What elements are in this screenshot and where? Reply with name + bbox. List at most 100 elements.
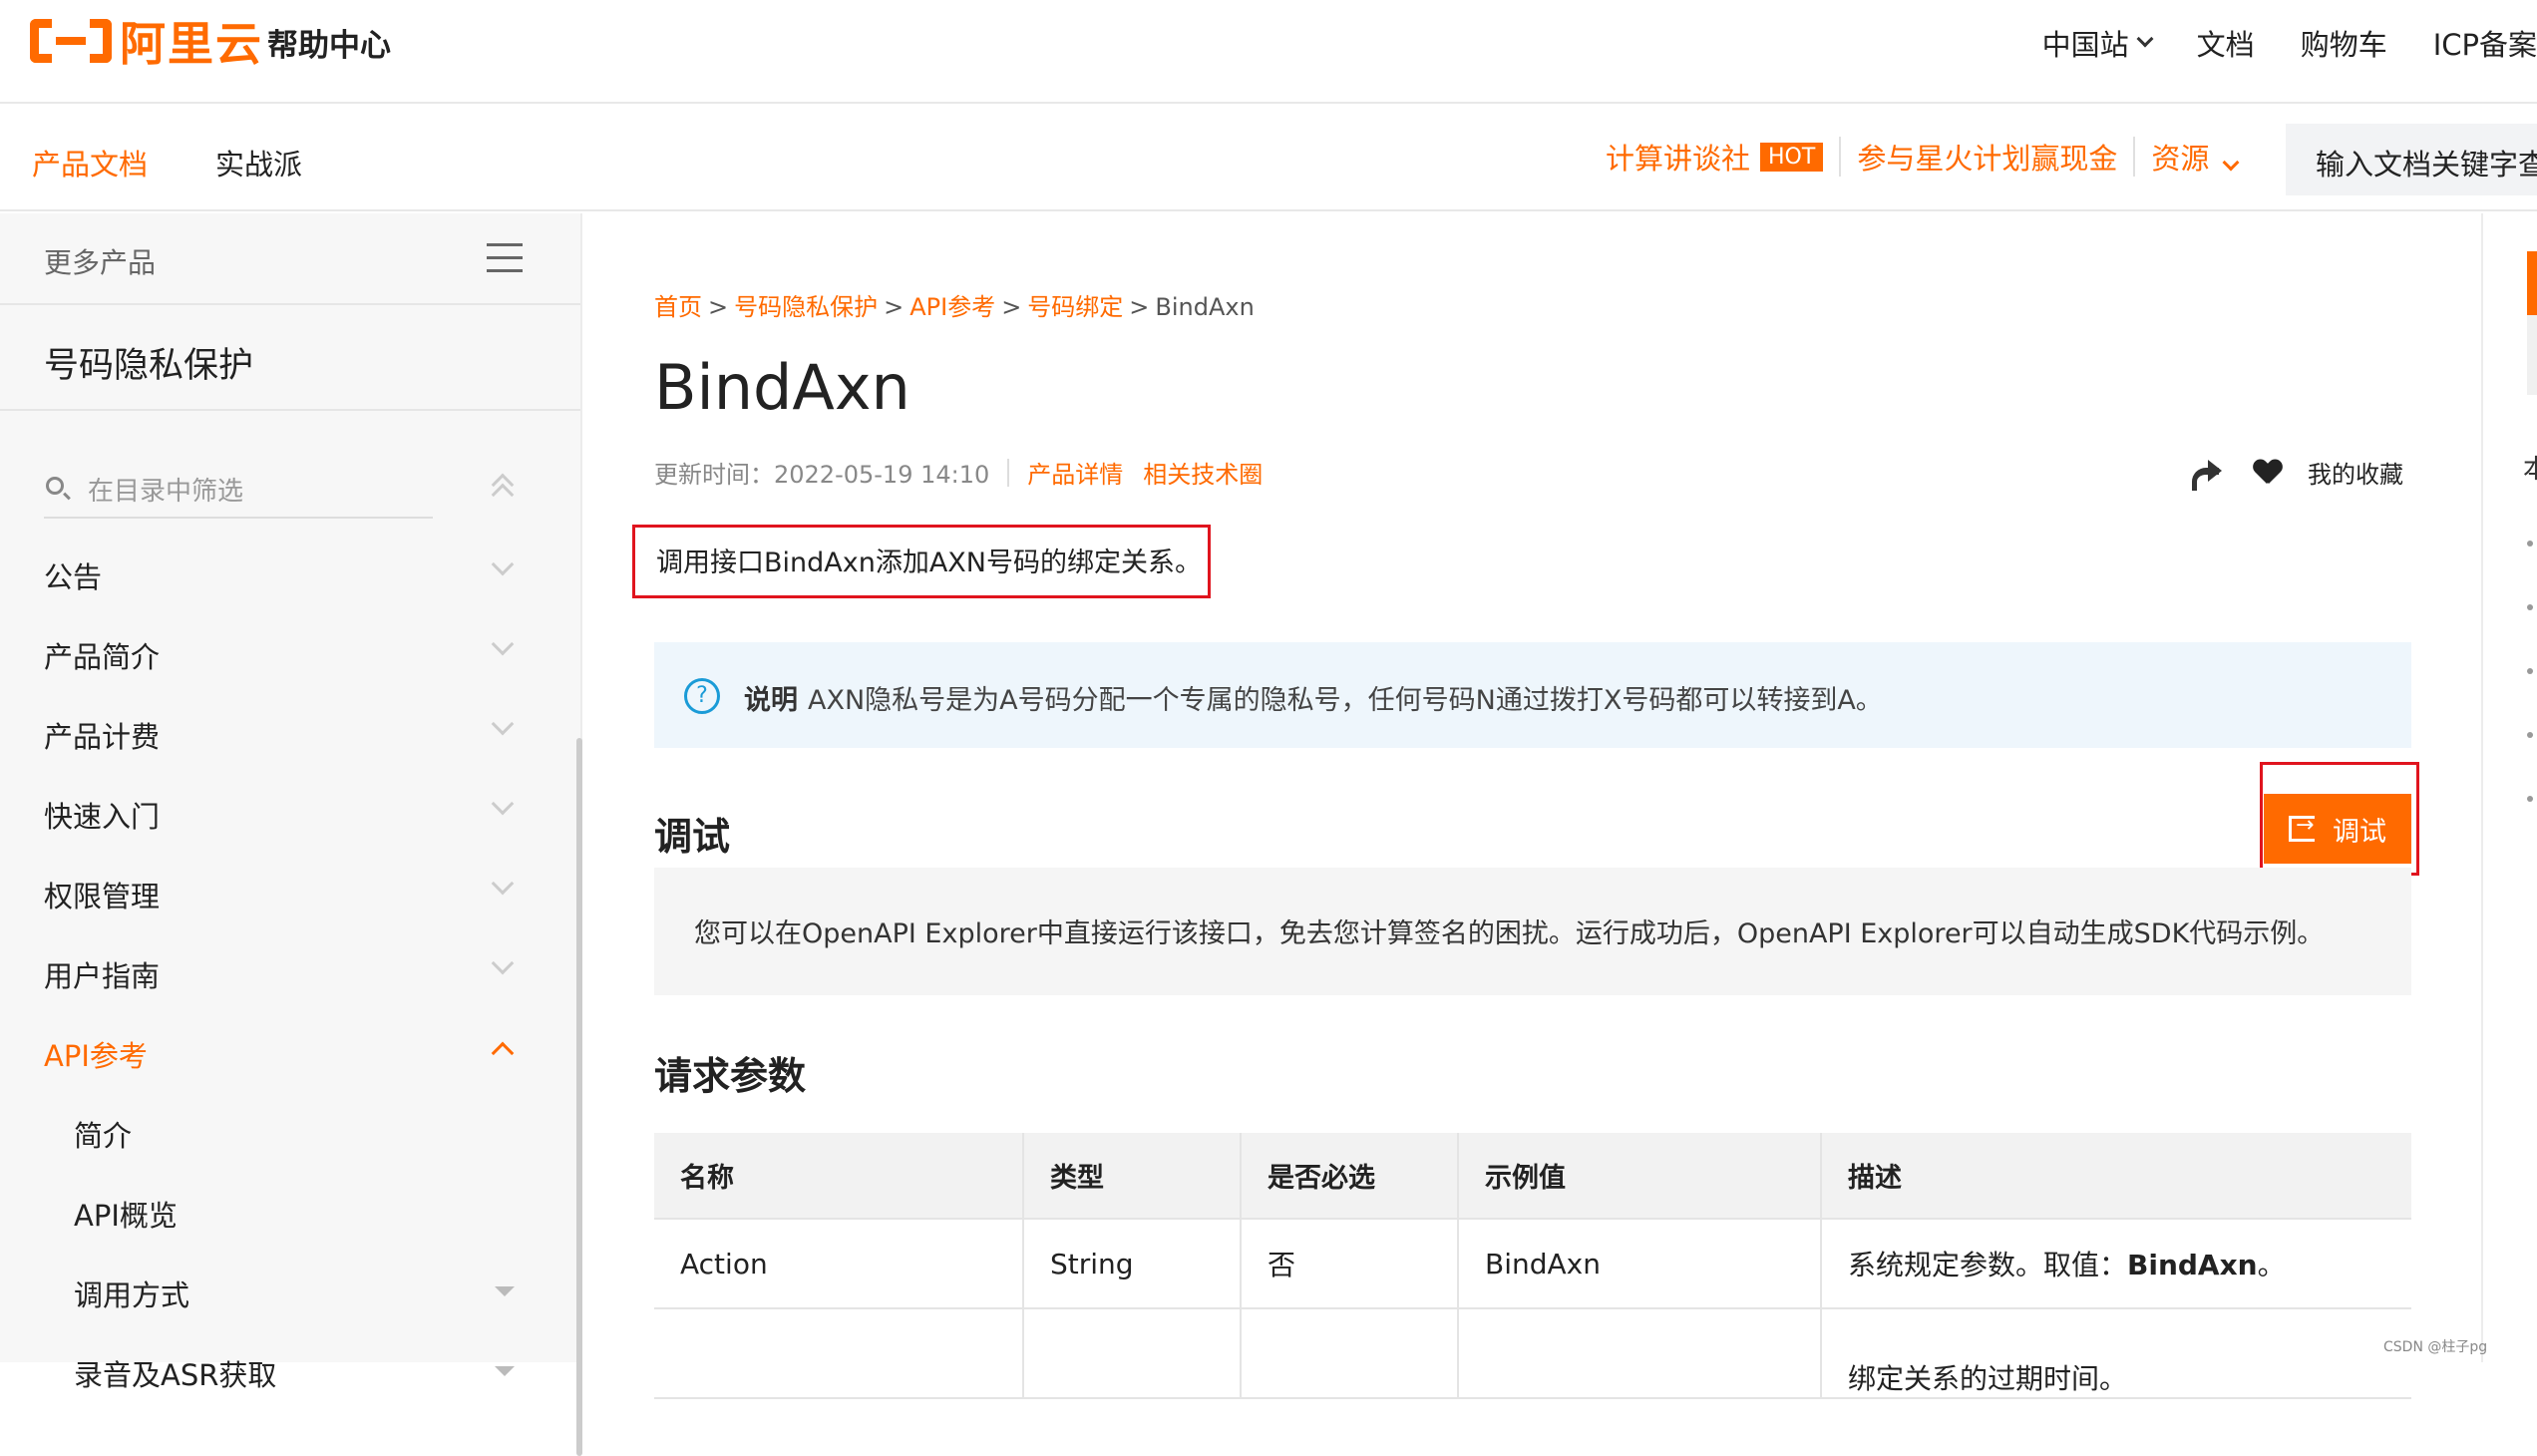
param-description: 绑定关系的过期时间。 <box>1821 1308 2411 1399</box>
toc-dot[interactable] <box>2527 541 2533 546</box>
param-required: 否 <box>1241 1219 1459 1309</box>
sidebar-item-call-method[interactable]: 调用方式 <box>0 1251 582 1330</box>
table-header-row: 名称 类型 是否必选 示例值 描述 <box>654 1133 2411 1220</box>
sidebar-item-label: API参考 <box>44 1039 148 1073</box>
desc-text: 系统规定参数。取值： <box>1848 1249 2128 1281</box>
resources-menu[interactable]: 资源 <box>2151 136 2240 178</box>
hot-badge: HOT <box>1760 142 1824 172</box>
chevron-down-icon <box>2222 154 2240 172</box>
region-selector[interactable]: 中国站 <box>2042 22 2154 64</box>
divider <box>1839 137 1842 177</box>
sidebar-item-label: API概览 <box>74 1199 178 1233</box>
sidebar-item-label: 快速入门 <box>44 800 161 834</box>
toc-dot[interactable] <box>2527 604 2533 610</box>
sidebar-item-api-intro[interactable]: 简介 <box>0 1091 582 1171</box>
sidebar-item-label: 调用方式 <box>74 1278 190 1312</box>
sidebar-item-api-reference[interactable]: API参考 <box>0 1011 582 1091</box>
table-row: Action String 否 BindAxn 系统规定参数。取值：BindAx… <box>654 1219 2411 1309</box>
column-header: 名称 <box>654 1133 1024 1220</box>
sidebar-item-intro[interactable]: 产品简介 <box>0 612 582 692</box>
sidebar-item-api-overview[interactable]: API概览 <box>0 1171 582 1251</box>
promo-spark-plan[interactable]: 参与星火计划赢现金 <box>1857 136 2117 178</box>
docs-link[interactable]: 文档 <box>2197 22 2255 64</box>
my-favorites-link[interactable]: 我的收藏 <box>2308 455 2403 490</box>
top-links: 中国站 文档 购物车 ICP备案 <box>1996 22 2537 64</box>
param-type <box>1023 1308 1242 1399</box>
param-name <box>654 1308 1024 1399</box>
aliyun-logo-icon <box>30 16 112 66</box>
menu-icon[interactable] <box>487 243 523 282</box>
help-center-title[interactable]: 帮助中心 <box>267 20 391 65</box>
sidebar-item-quickstart[interactable]: 快速入门 <box>0 772 582 852</box>
debug-heading: 调试 <box>654 815 731 859</box>
watermark: CSDN @柱子pg <box>2383 1339 2488 1355</box>
sidebar-item-label: 录音及ASR获取 <box>74 1358 277 1392</box>
debug-button-label: 调试 <box>2333 816 2386 848</box>
breadcrumb-home[interactable]: 首页 <box>654 293 702 321</box>
column-header: 示例值 <box>1458 1133 1822 1220</box>
breadcrumb-number-binding[interactable]: 号码绑定 <box>1027 293 1123 321</box>
toc-dot[interactable] <box>2527 796 2533 802</box>
question-icon: ? <box>684 678 720 714</box>
sidebar-item-permissions[interactable]: 权限管理 <box>0 852 582 931</box>
product-title: 号码隐私保护 <box>0 305 580 411</box>
debug-description-text: 您可以在OpenAPI Explorer中直接运行该接口，免去您计算签名的困扰。… <box>694 918 2325 949</box>
heart-icon[interactable] <box>2254 460 2282 486</box>
toc-dot[interactable] <box>2527 668 2533 674</box>
tab-practice[interactable]: 实战派 <box>215 142 302 183</box>
params-heading: 请求参数 <box>654 1054 807 1098</box>
doc-meta: 更新时间：2022-05-19 14:10 产品详情 相关技术圈 <box>654 455 1282 490</box>
aliyun-logo[interactable]: 阿里云 <box>30 12 263 71</box>
cart-link[interactable]: 购物车 <box>2301 22 2387 64</box>
debug-button[interactable]: 调试 <box>2264 794 2411 864</box>
doc-search-input[interactable]: 输入文档关键字查 <box>2286 124 2537 195</box>
toc-title: 本 <box>2523 455 2537 485</box>
logo-text: 阿里云 <box>120 17 263 71</box>
breadcrumb-api-reference[interactable]: API参考 <box>909 293 995 321</box>
share-icon[interactable] <box>2190 459 2224 491</box>
sidebar-item-label: 产品简介 <box>44 640 161 674</box>
tech-circle-link[interactable]: 相关技术圈 <box>1143 455 1263 490</box>
note-body: 说明 AXN隐私号是为A号码分配一个专属的隐私号，任何号码N通过拨打X号码都可以转… <box>744 678 1883 717</box>
intro-text: 调用接口BindAxn添加AXN号码的绑定关系。 <box>656 547 1202 578</box>
promo-computing-talk[interactable]: 计算讲谈社 <box>1606 136 1750 178</box>
breadcrumb-separator: > <box>708 293 729 321</box>
doc-actions: 我的收藏 <box>2190 455 2403 491</box>
toc-track <box>2527 315 2537 395</box>
catalog-filter-input[interactable]: 在目录中筛选 <box>44 459 433 519</box>
chevron-down-icon <box>491 872 515 896</box>
sidebar-item-label: 公告 <box>44 560 103 594</box>
column-header: 类型 <box>1023 1133 1242 1220</box>
sidebar-item-label: 产品计费 <box>44 720 161 754</box>
sidebar-item-user-guide[interactable]: 用户指南 <box>0 931 582 1011</box>
update-time: 更新时间：2022-05-19 14:10 <box>654 461 990 489</box>
chevron-down-icon <box>491 632 515 656</box>
sidebar: 更多产品 号码隐私保护 在目录中筛选 公告 产品简介 产品计费 快速入门 权限管… <box>0 213 582 1456</box>
sidebar-menu: 公告 产品简介 产品计费 快速入门 权限管理 用户指南 API参考 简介 API… <box>0 533 582 1410</box>
divider <box>1007 458 1010 487</box>
caret-down-icon <box>495 1286 515 1296</box>
param-example <box>1458 1308 1822 1399</box>
toc-dot[interactable] <box>2527 732 2533 738</box>
param-description: 系统规定参数。取值：BindAxn。 <box>1821 1219 2411 1309</box>
chevron-down-icon <box>491 712 515 736</box>
breadcrumb-product[interactable]: 号码隐私保护 <box>734 293 878 321</box>
sidebar-item-recording-asr[interactable]: 录音及ASR获取 <box>0 1330 582 1410</box>
sidebar-item-announcement[interactable]: 公告 <box>0 533 582 612</box>
collapse-all-icon[interactable] <box>491 471 517 507</box>
params-table: 名称 类型 是否必选 示例值 描述 Action String 否 BindAx… <box>654 1133 2411 1399</box>
chevron-down-icon <box>491 552 515 576</box>
breadcrumb-separator: > <box>1001 293 1022 321</box>
product-detail-link[interactable]: 产品详情 <box>1027 455 1123 490</box>
tab-product-docs[interactable]: 产品文档 <box>32 142 148 183</box>
breadcrumb-separator: > <box>884 293 905 321</box>
chevron-up-icon <box>491 1041 515 1065</box>
sidebar-scrollbar[interactable] <box>576 738 582 1456</box>
filter-placeholder: 在目录中筛选 <box>88 477 244 507</box>
sidebar-item-billing[interactable]: 产品计费 <box>0 692 582 772</box>
param-type: String <box>1023 1219 1242 1309</box>
toc-active-marker <box>2527 251 2537 315</box>
more-products[interactable]: 更多产品 <box>0 213 580 305</box>
icp-link[interactable]: ICP备案 <box>2433 22 2537 64</box>
chevron-down-icon <box>491 792 515 816</box>
